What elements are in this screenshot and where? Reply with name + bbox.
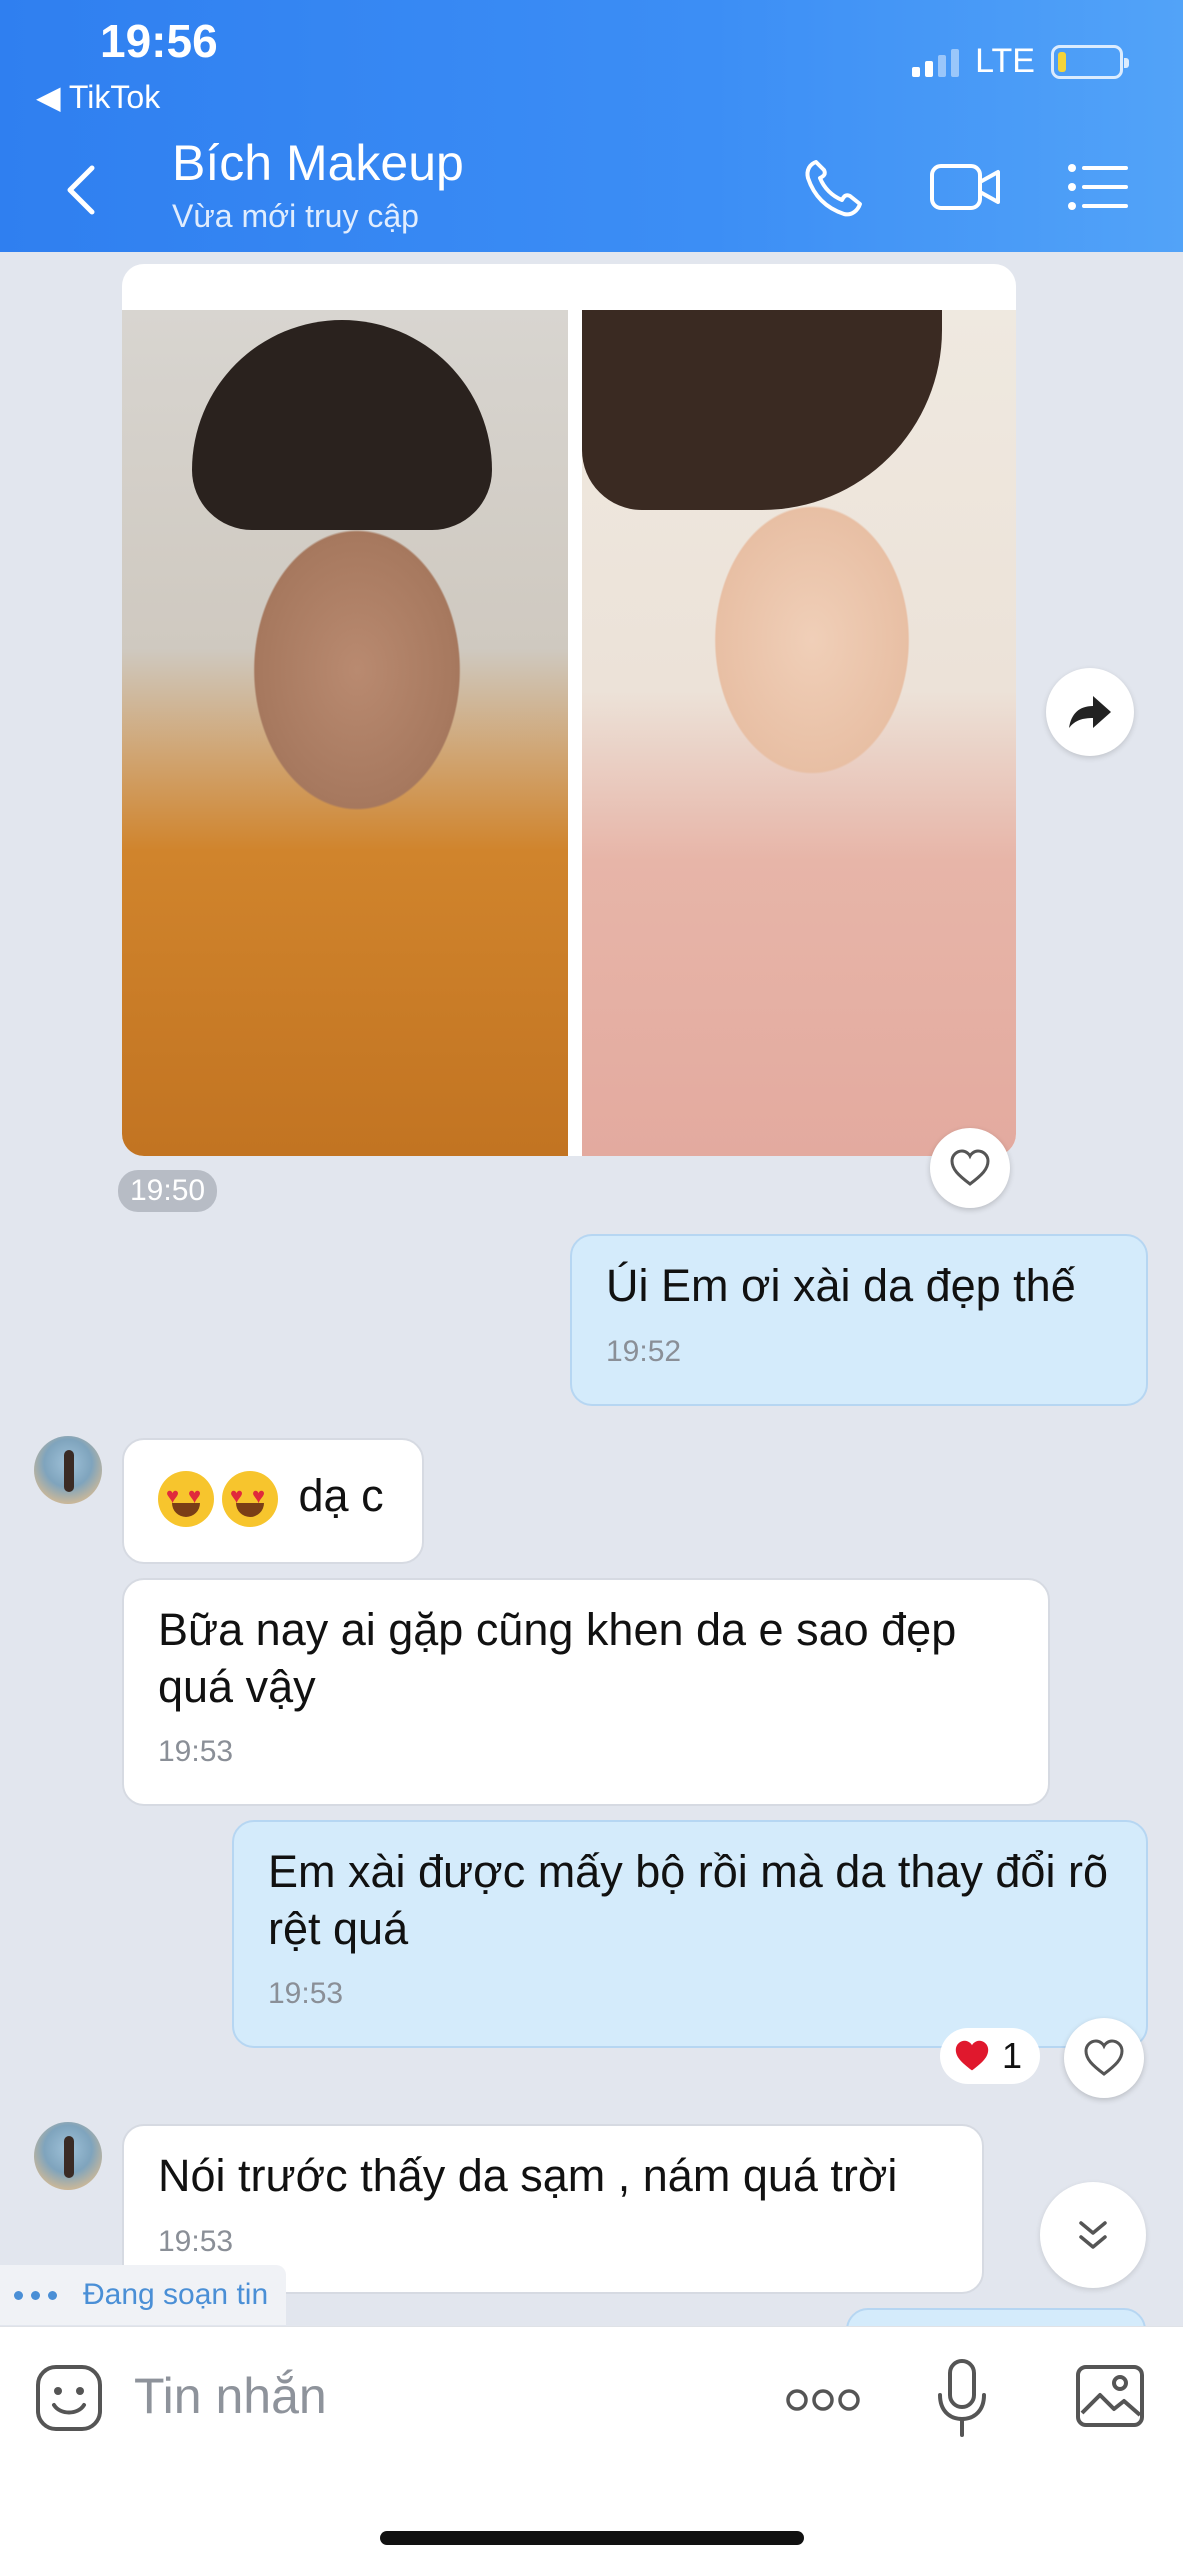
image-message[interactable]: [122, 264, 1016, 1156]
message-text: Úi Em ơi xài da đẹp thế: [606, 1260, 1076, 1311]
chat-header: 19:56 ◀ TikTok LTE Bích Makeup Vừa mới t…: [0, 0, 1183, 252]
image-gallery-icon[interactable]: [1074, 2363, 1146, 2429]
reaction-count: 1: [1002, 2035, 1023, 2076]
message-text: Bữa nay ai gặp cũng khen da e sao đẹp qu…: [158, 1604, 957, 1712]
contact-avatar[interactable]: [34, 2122, 102, 2190]
heart-eyes-emoji-icon: ♥ ♥: [158, 1471, 214, 1528]
incoming-message[interactable]: Bữa nay ai gặp cũng khen da e sao đẹp qu…: [122, 1578, 1050, 1806]
outgoing-message-partial: [846, 2308, 1146, 2326]
share-button[interactable]: [1046, 668, 1134, 756]
message-time: 19:52: [606, 1334, 682, 1368]
microphone-icon[interactable]: [934, 2357, 990, 2441]
message-time: 19:53: [158, 2224, 234, 2258]
like-button[interactable]: [1064, 2018, 1144, 2098]
outgoing-message[interactable]: Úi Em ơi xài da đẹp thế 19:52: [570, 1234, 1148, 1406]
status-right: LTE: [912, 42, 1129, 81]
sticker-icon[interactable]: [34, 2363, 104, 2433]
contact-name[interactable]: Bích Makeup: [172, 134, 464, 192]
status-time: 19:56: [100, 15, 218, 67]
like-button[interactable]: [930, 1128, 1010, 1208]
typing-label: Đang soạn tin: [83, 2278, 269, 2311]
incoming-message[interactable]: ♥ ♥ ♥ ♥ dạ c: [122, 1438, 424, 1564]
message-time: 19:53: [158, 1735, 234, 1769]
signal-icon: [912, 47, 960, 77]
video-call-icon[interactable]: [928, 152, 1004, 222]
message-text: Em xài được mấy bộ rồi mà da thay đổi rõ…: [268, 1846, 1108, 1954]
reaction-badge[interactable]: 1: [940, 2028, 1041, 2084]
message-input-bar: Tin nhắn: [0, 2326, 1183, 2560]
message-list[interactable]: 19:50 Úi Em ơi xài da đẹp thế 19:52 ♥ ♥ ♥ ♥…: [0, 252, 1183, 2326]
message-text: Nói trước thấy da sạm , nám quá trời: [158, 2150, 898, 2201]
phone-call-icon[interactable]: [798, 152, 868, 222]
contact-status: Vừa mới truy cập: [172, 198, 419, 234]
heart-outline-icon: [1084, 2039, 1124, 2076]
back-app-label: TikTok: [68, 79, 161, 115]
typing-dots-icon: [14, 2290, 57, 2300]
heart-filled-icon: [955, 2040, 989, 2071]
message-time: 19:53: [268, 1977, 344, 2011]
before-photo: [122, 310, 568, 1156]
back-arrow-icon[interactable]: [58, 160, 108, 220]
heart-eyes-emoji-icon: ♥ ♥: [222, 1471, 278, 1528]
scroll-to-bottom-button[interactable]: [1040, 2182, 1146, 2288]
photo-divider: [568, 310, 582, 1156]
outgoing-message[interactable]: Em xài được mấy bộ rồi mà da thay đổi rõ…: [232, 1820, 1148, 2048]
contact-avatar[interactable]: [34, 1436, 102, 1504]
message-time: 19:50: [118, 1170, 218, 1212]
typing-indicator: Đang soạn tin: [0, 2265, 287, 2325]
double-chevron-down-icon: [1079, 2221, 1107, 2249]
back-to-app-link[interactable]: ◀ TikTok: [36, 78, 160, 116]
battery-icon: [1051, 44, 1129, 79]
menu-list-icon[interactable]: [1064, 152, 1134, 222]
message-text: dạ c: [298, 1470, 384, 1521]
more-options-icon[interactable]: [784, 2387, 862, 2413]
home-indicator: [380, 2531, 804, 2545]
after-photo: [582, 310, 1016, 1156]
message-input[interactable]: Tin nhắn: [134, 2367, 327, 2425]
network-label: LTE: [975, 42, 1035, 80]
share-arrow-icon: [1069, 696, 1111, 728]
heart-outline-icon: [950, 1149, 990, 1186]
